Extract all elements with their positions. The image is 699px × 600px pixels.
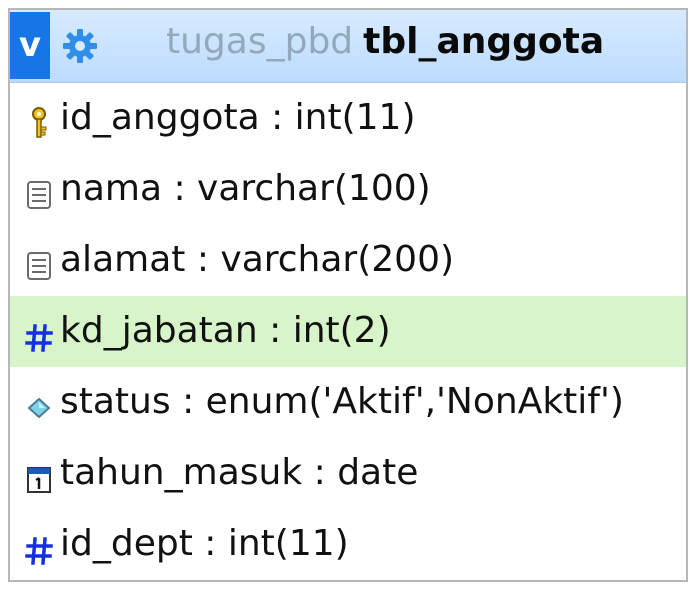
field-separator: :	[162, 168, 198, 209]
field-separator: :	[302, 452, 338, 493]
text-field-icon	[27, 252, 51, 280]
field-separator: :	[257, 310, 293, 351]
field-separator: :	[259, 97, 295, 138]
field-separator: :	[170, 381, 206, 422]
field-row-status[interactable]: status : enum('Aktif','NonAktif')	[10, 367, 686, 438]
field-type: date	[337, 452, 419, 493]
field-type: varchar(200)	[220, 239, 455, 280]
table-name: tbl_anggota	[363, 21, 605, 62]
field-type: enum('Aktif','NonAktif')	[205, 381, 624, 422]
field-name: alamat	[60, 239, 186, 280]
text-field-icon	[27, 181, 51, 209]
date-field-icon	[27, 467, 51, 493]
field-row-id-dept[interactable]: id_dept : int(11)	[10, 509, 686, 580]
gear-icon[interactable]	[62, 28, 98, 64]
numeric-field-icon	[25, 537, 53, 565]
field-name: nama	[60, 168, 163, 209]
field-name: id_anggota	[60, 97, 260, 138]
collapse-toggle-button[interactable]: v	[10, 12, 50, 79]
numeric-field-icon	[25, 324, 53, 352]
field-separator: :	[185, 239, 221, 280]
primary-key-icon	[32, 107, 47, 138]
table-header[interactable]: v tugas_pbd tbl_anggota	[10, 10, 686, 83]
field-row-nama[interactable]: nama : varchar(100)	[10, 154, 686, 225]
database-name: tugas_pbd	[166, 21, 354, 62]
field-separator: :	[192, 523, 228, 564]
field-name: status	[60, 381, 171, 422]
field-type: int(11)	[227, 523, 349, 564]
field-name: tahun_masuk	[60, 452, 303, 493]
field-row-tahun-masuk[interactable]: tahun_masuk : date	[10, 438, 686, 509]
field-type: varchar(100)	[197, 168, 431, 209]
field-row-alamat[interactable]: alamat : varchar(200)	[10, 225, 686, 296]
field-type: int(2)	[292, 310, 391, 351]
table-card: v tugas_pbd tbl_anggota id_anggota: int…	[8, 8, 688, 582]
field-type: int(11)	[294, 97, 416, 138]
field-list: id_anggota : int(11) nama : varchar(100)…	[10, 83, 686, 580]
field-row-kd-jabatan[interactable]: kd_jabatan : int(2)	[10, 296, 686, 367]
field-name: kd_jabatan	[60, 310, 258, 351]
enum-field-icon	[27, 397, 51, 419]
field-row-id-anggota[interactable]: id_anggota : int(11)	[10, 83, 686, 154]
field-name: id_dept	[60, 523, 193, 564]
table-title[interactable]: tugas_pbd tbl_anggota	[166, 19, 604, 65]
